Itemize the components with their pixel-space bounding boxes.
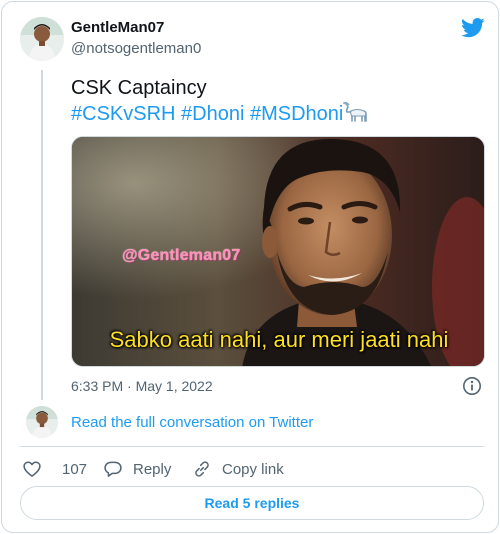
tweet-text: CSK Captaincy #CSKvSRH #Dhoni #MSDhoni [71,76,491,127]
twitter-bird-icon[interactable] [461,18,485,38]
link-icon [195,461,209,477]
avatar-small[interactable] [26,406,58,438]
avatar[interactable] [20,17,64,61]
tweet-media-image[interactable]: @Gentleman07 Sabko aati nahi, aur meri j… [71,136,485,367]
info-icon[interactable] [462,376,482,396]
tweet-timestamp[interactable]: 6:33 PM · May 1, 2022 [71,378,213,394]
read-replies-button[interactable]: Read 5 replies [20,486,484,520]
author-handle[interactable]: @notsogentleman0 [71,40,201,57]
heart-icon [23,461,41,477]
tweet-line-1: CSK Captaincy [71,77,207,99]
copy-link-label: Copy link [222,460,284,478]
author-name[interactable]: GentleMan07 [71,19,164,36]
like-button[interactable]: 107 [22,458,87,480]
copy-link-button[interactable]: Copy link [192,458,284,480]
media-watermark: @Gentleman07 [122,247,241,264]
media-caption: Sabko aati nahi, aur meri jaati nahi [109,327,449,352]
like-count: 107 [62,460,88,478]
goat-emoji [343,101,368,122]
tweet-card: GentleMan07 @notsogentleman0 CSK Captain… [1,1,499,533]
thread-line [41,70,43,400]
reply-bubble-icon [104,461,122,477]
read-conversation-link[interactable]: Read the full conversation on Twitter [71,414,313,431]
read-replies-label: Read 5 replies [204,495,300,511]
divider [20,446,484,447]
reply-label: Reply [133,460,172,478]
reply-button[interactable]: Reply [103,458,171,480]
hashtags[interactable]: #CSKvSRH #Dhoni #MSDhoni [71,103,343,125]
